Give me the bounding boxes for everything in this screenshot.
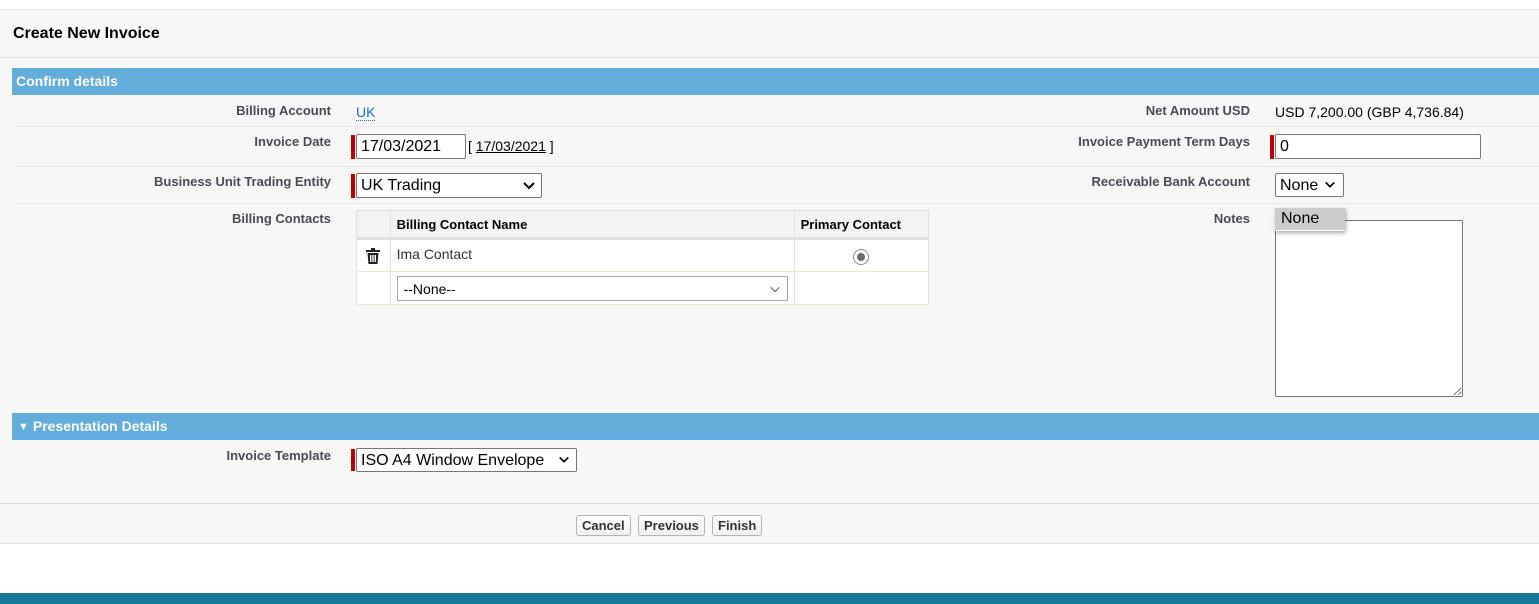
invoice-wizard-panel: Create New Invoice Confirm details Billi…: [0, 10, 1539, 544]
invoice-date-input[interactable]: [356, 134, 466, 159]
required-marker: [1270, 135, 1274, 159]
row-invoice-date: Invoice Date [ 17/03/2021 ] Invoice Paym…: [12, 127, 1539, 167]
invoice-template-select[interactable]: ISO A4 Window Envelope: [356, 448, 577, 472]
top-strip: [0, 0, 1539, 10]
section-confirm-details: Confirm details: [12, 68, 1539, 95]
bank-account-select[interactable]: None: [1275, 173, 1344, 197]
trading-entity-select[interactable]: UK Trading: [356, 173, 542, 198]
row-trading-entity: Business Unit Trading Entity UK Trading …: [12, 167, 1539, 204]
page-header: Create New Invoice: [0, 10, 1539, 58]
new-contact-select[interactable]: --None--: [396, 275, 788, 301]
bank-account-dropdown-option[interactable]: None: [1275, 208, 1345, 231]
bracket-close: ]: [549, 138, 554, 154]
invoice-date-today: [ 17/03/2021 ]: [468, 138, 554, 154]
page-title: Create New Invoice: [13, 25, 160, 42]
trash-icon[interactable]: [366, 248, 381, 265]
empty-cell: [794, 271, 930, 305]
section-title: Presentation Details: [32, 418, 168, 434]
primary-contact-radio[interactable]: [853, 249, 870, 265]
primary-contact-cell: [794, 238, 930, 272]
contact-name-cell: Ima Contact: [390, 238, 795, 272]
previous-button[interactable]: Previous: [638, 515, 705, 536]
table-row-new: --None--: [356, 271, 930, 305]
new-contact-select-value: --None--: [403, 280, 456, 297]
required-marker: [351, 174, 355, 198]
required-marker: [351, 135, 355, 159]
payment-terms-label: Invoice Payment Term Days: [1078, 134, 1250, 149]
cancel-button[interactable]: Cancel: [576, 515, 631, 536]
empty-cell: [356, 271, 391, 305]
footer-button-bar: Cancel Previous Finish: [0, 503, 1539, 544]
column-header-contact-name: Billing Contact Name: [390, 210, 795, 240]
notes-textarea[interactable]: [1275, 220, 1463, 397]
row-invoice-template: Invoice Template ISO A4 Window Envelope: [12, 440, 1539, 480]
bottom-band: [0, 593, 1539, 604]
delete-cell: [356, 238, 391, 272]
net-amount-label: Net Amount USD: [1145, 103, 1250, 118]
invoice-date-label: Invoice Date: [254, 134, 331, 149]
billing-account-link[interactable]: UK: [356, 104, 376, 121]
section-presentation-details[interactable]: ▼ Presentation Details: [12, 413, 1539, 440]
invoice-template-label: Invoice Template: [226, 448, 331, 463]
chevron-down-icon: [769, 286, 780, 292]
billing-contacts-table: Billing Contact Name Primary Contact Ima…: [356, 210, 930, 305]
bracket-open: [: [468, 138, 472, 154]
new-contact-cell: --None--: [390, 271, 795, 305]
table-row: Ima Contact: [356, 238, 930, 272]
billing-account-label: Billing Account: [236, 103, 331, 118]
finish-button[interactable]: Finish: [712, 515, 763, 536]
bank-account-label: Receivable Bank Account: [1091, 174, 1250, 189]
net-amount-value: USD 7,200.00 (GBP 4,736.84): [1275, 104, 1464, 120]
column-header-primary-contact: Primary Contact: [794, 210, 930, 240]
trading-entity-label: Business Unit Trading Entity: [154, 174, 331, 189]
section-title: Confirm details: [16, 73, 118, 89]
billing-contacts-label: Billing Contacts: [232, 211, 331, 226]
invoice-date-today-link[interactable]: 17/03/2021: [476, 138, 546, 154]
notes-label: Notes: [1213, 211, 1250, 226]
column-header-actions: [356, 210, 391, 240]
triangle-down-icon: ▼: [18, 421, 29, 433]
row-billing-account: Billing Account UK Net Amount USD USD 7,…: [12, 95, 1539, 127]
table-header-row: Billing Contact Name Primary Contact: [356, 210, 930, 240]
payment-terms-input[interactable]: [1275, 134, 1481, 159]
required-marker: [351, 449, 355, 471]
